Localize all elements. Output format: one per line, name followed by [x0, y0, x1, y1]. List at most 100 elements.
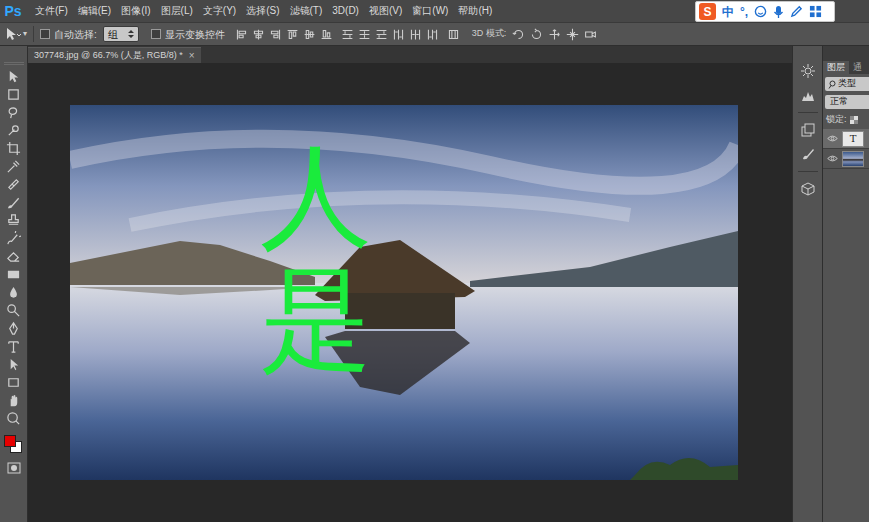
3d-cube-icon[interactable] — [801, 182, 815, 196]
canvas[interactable]: 人是 — [70, 105, 738, 480]
marquee-icon[interactable] — [6, 87, 21, 102]
pen-icon[interactable] — [790, 5, 803, 18]
visibility-toggle[interactable] — [825, 152, 839, 166]
separator — [798, 171, 818, 172]
eyedropper-icon[interactable] — [6, 159, 21, 174]
menu-item[interactable]: 图层(L) — [156, 0, 198, 22]
ime-toolbar[interactable]: S 中 °, — [695, 1, 835, 22]
menu-item[interactable]: 窗口(W) — [407, 0, 453, 22]
smile-icon[interactable] — [754, 5, 767, 18]
pen-icon[interactable] — [6, 321, 21, 336]
roll-3d-icon[interactable] — [530, 28, 543, 41]
quick-mask-icon[interactable] — [7, 462, 21, 474]
menu-item[interactable]: 文字(Y) — [198, 0, 241, 22]
menu-item[interactable]: 3D(D) — [327, 0, 364, 22]
history-icon[interactable] — [801, 123, 815, 137]
layers-panel: 图层通 类型 正常 锁定: T — [822, 46, 869, 522]
align-icon[interactable] — [235, 28, 248, 41]
brush-icon[interactable] — [6, 195, 21, 210]
lasso-icon[interactable] — [6, 105, 21, 120]
3d-mode-label: 3D 模式: — [472, 27, 507, 41]
panel-dock-icons — [792, 46, 822, 522]
blur-icon[interactable] — [6, 285, 21, 300]
align-icon[interactable] — [341, 28, 354, 41]
menu-item[interactable]: 图像(I) — [116, 0, 155, 22]
panel-header — [823, 46, 869, 60]
rotate-3d-icon[interactable] — [512, 28, 525, 41]
align-icon[interactable] — [358, 28, 371, 41]
panel-tab[interactable]: 图层 — [823, 61, 849, 74]
dodge-icon[interactable] — [6, 303, 21, 318]
camera-3d-icon[interactable] — [584, 28, 597, 41]
document-tab[interactable]: 307748.jpg @ 66.7% (人是, RGB/8) * × — [28, 47, 201, 63]
move-tool-icon[interactable] — [4, 26, 22, 42]
history-brush-icon[interactable] — [6, 231, 21, 246]
ime-item[interactable]: °, — [740, 6, 748, 18]
slide-3d-icon[interactable] — [566, 28, 579, 41]
blend-mode-dropdown[interactable]: 正常 — [825, 95, 869, 109]
brush-panel-icon[interactable] — [801, 147, 815, 161]
auto-select-checkbox[interactable] — [40, 29, 50, 39]
menu-item[interactable]: 视图(V) — [364, 0, 407, 22]
layer-row[interactable] — [823, 149, 869, 169]
menu-item[interactable]: 选择(S) — [241, 0, 284, 22]
eraser-icon[interactable] — [6, 249, 21, 264]
tool-preset[interactable]: ▾ — [4, 26, 27, 42]
align-icon[interactable] — [320, 28, 333, 41]
photo — [70, 105, 738, 480]
ime-logo[interactable]: S — [699, 3, 716, 20]
align-icon[interactable] — [409, 28, 422, 41]
dropdown-arrow-icon[interactable]: ▾ — [23, 28, 27, 40]
microphone-icon[interactable] — [773, 5, 784, 19]
zoom-icon[interactable] — [6, 411, 21, 426]
menu-item[interactable]: 滤镜(T) — [285, 0, 328, 22]
menu-item[interactable]: 编辑(E) — [73, 0, 116, 22]
eye-icon[interactable] — [827, 153, 838, 164]
show-transform-label: 显示变换控件 — [165, 27, 225, 42]
healing-brush-icon[interactable] — [6, 177, 21, 192]
ime-item[interactable]: 中 — [722, 6, 734, 18]
gradient-icon[interactable] — [6, 267, 21, 282]
layer-filter[interactable]: 类型 — [825, 77, 869, 91]
adjustments-icon[interactable] — [801, 64, 815, 78]
hand-icon[interactable] — [6, 393, 21, 408]
align-icon[interactable] — [286, 28, 299, 41]
histogram-icon[interactable] — [801, 88, 815, 102]
align-icon[interactable] — [426, 28, 439, 41]
menu-item[interactable]: 文件(F) — [30, 0, 73, 22]
tool-list — [6, 69, 21, 426]
menu-item[interactable]: 帮助(H) — [453, 0, 497, 22]
align-icon[interactable] — [392, 28, 405, 41]
show-transform-option[interactable]: 显示变换控件 — [151, 27, 225, 42]
crop-icon[interactable] — [6, 141, 21, 156]
lock-transparent-icon[interactable] — [850, 116, 858, 124]
type-tool-icon[interactable] — [6, 339, 21, 354]
align-icon[interactable] — [375, 28, 388, 41]
drag-3d-icon[interactable] — [548, 28, 561, 41]
layer-row[interactable]: T — [823, 129, 869, 149]
toolbar-grip — [4, 62, 24, 65]
align-icon[interactable] — [447, 28, 460, 41]
updown-arrow-icon — [128, 29, 134, 39]
move-icon[interactable] — [6, 69, 21, 84]
eye-icon[interactable] — [827, 133, 838, 144]
panel-tab[interactable]: 通 — [849, 61, 866, 74]
path-select-icon[interactable] — [6, 357, 21, 372]
grid-icon[interactable] — [809, 5, 822, 18]
clone-stamp-icon[interactable] — [6, 213, 21, 228]
align-buttons — [235, 28, 460, 41]
auto-select-option[interactable]: 自动选择: — [40, 27, 97, 42]
foreground-color-swatch[interactable] — [4, 435, 16, 447]
quick-select-icon[interactable] — [6, 123, 21, 138]
show-transform-checkbox[interactable] — [151, 29, 161, 39]
visibility-toggle[interactable] — [825, 132, 839, 146]
align-icon[interactable] — [303, 28, 316, 41]
close-tab-button[interactable]: × — [189, 51, 195, 61]
align-icon[interactable] — [252, 28, 265, 41]
color-swatches[interactable] — [3, 434, 25, 456]
text-layer[interactable]: 人是 — [260, 135, 372, 381]
rectangle-tool-icon[interactable] — [6, 375, 21, 390]
separator — [798, 112, 818, 113]
auto-select-dropdown[interactable]: 组 — [103, 26, 139, 42]
align-icon[interactable] — [269, 28, 282, 41]
